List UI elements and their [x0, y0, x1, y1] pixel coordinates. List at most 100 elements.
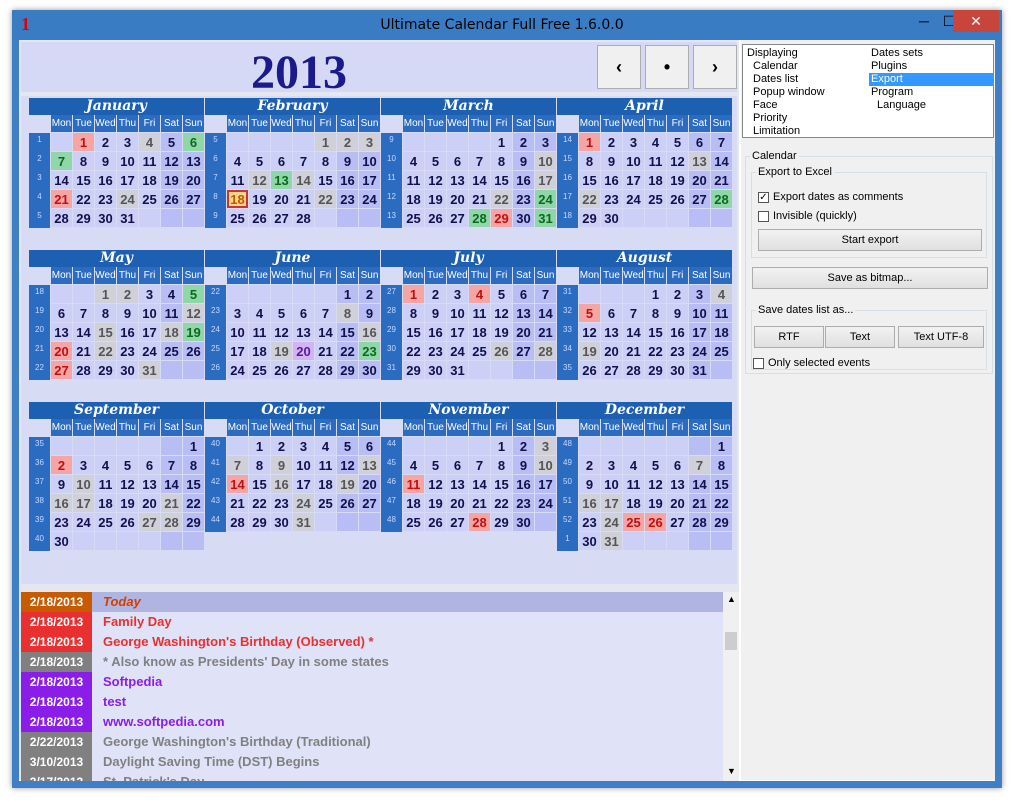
day-cell[interactable]: 17 — [359, 171, 380, 189]
day-cell[interactable]: 4 — [711, 285, 732, 303]
day-cell[interactable]: 2 — [601, 133, 622, 151]
day-cell[interactable] — [293, 285, 314, 303]
event-row[interactable]: 2/22/2013 George Washington's Birthday (T… — [21, 732, 723, 752]
day-cell[interactable]: 12 — [337, 456, 358, 474]
day-cell[interactable]: 15 — [491, 171, 512, 189]
day-cell[interactable]: 4 — [403, 152, 424, 170]
day-cell[interactable]: 19 — [667, 171, 688, 189]
day-cell[interactable]: 16 — [271, 475, 292, 493]
day-cell[interactable]: 16 — [513, 475, 534, 493]
day-cell[interactable]: 6 — [447, 152, 468, 170]
day-cell[interactable]: 23 — [513, 190, 534, 208]
day-cell[interactable]: 25 — [95, 513, 116, 531]
day-cell[interactable]: 18 — [227, 190, 248, 208]
day-cell[interactable]: 20 — [667, 494, 688, 512]
day-cell[interactable]: 24 — [601, 513, 622, 531]
day-cell[interactable]: 18 — [403, 494, 424, 512]
day-cell[interactable]: 15 — [579, 171, 600, 189]
day-cell[interactable] — [623, 285, 644, 303]
day-cell[interactable]: 15 — [337, 323, 358, 341]
day-cell[interactable]: 12 — [491, 304, 512, 322]
day-cell[interactable] — [469, 437, 490, 455]
day-cell[interactable]: 22 — [645, 342, 666, 360]
day-cell[interactable] — [491, 361, 512, 379]
day-cell[interactable]: 26 — [183, 342, 204, 360]
day-cell[interactable]: 24 — [73, 513, 94, 531]
scroll-down-icon[interactable]: ▼ — [727, 766, 736, 776]
day-cell[interactable]: 1 — [579, 133, 600, 151]
day-cell[interactable]: 15 — [183, 475, 204, 493]
day-cell[interactable] — [161, 361, 182, 379]
day-cell[interactable]: 27 — [447, 209, 468, 227]
invisible-checkbox[interactable] — [758, 211, 769, 222]
day-cell[interactable]: 20 — [51, 342, 72, 360]
day-cell[interactable]: 7 — [73, 304, 94, 322]
day-cell[interactable]: 20 — [689, 171, 710, 189]
rtf-button[interactable]: RTF — [754, 326, 824, 348]
day-cell[interactable]: 28 — [469, 513, 490, 531]
day-cell[interactable]: 23 — [271, 494, 292, 512]
day-cell[interactable]: 17 — [227, 342, 248, 360]
day-cell[interactable]: 13 — [293, 323, 314, 341]
day-cell[interactable]: 7 — [623, 304, 644, 322]
day-cell[interactable]: 18 — [645, 171, 666, 189]
day-cell[interactable]: 25 — [315, 494, 336, 512]
day-cell[interactable] — [337, 209, 358, 227]
tree-item[interactable]: Displaying — [747, 47, 798, 60]
day-cell[interactable] — [425, 437, 446, 455]
day-cell[interactable]: 23 — [337, 190, 358, 208]
day-cell[interactable] — [315, 209, 336, 227]
day-cell[interactable]: 10 — [293, 456, 314, 474]
day-cell[interactable]: 28 — [711, 190, 732, 208]
day-cell[interactable]: 5 — [667, 133, 688, 151]
tree-item[interactable]: Plugins — [871, 60, 907, 73]
event-row[interactable]: 3/17/2013 St. Patrick's Day — [21, 772, 723, 781]
day-cell[interactable]: 6 — [601, 304, 622, 322]
day-cell[interactable] — [139, 437, 160, 455]
day-cell[interactable]: 26 — [337, 494, 358, 512]
day-cell[interactable] — [117, 532, 138, 550]
day-cell[interactable] — [337, 513, 358, 531]
day-cell[interactable]: 14 — [689, 475, 710, 493]
day-cell[interactable] — [535, 513, 556, 531]
day-cell[interactable]: 6 — [139, 456, 160, 474]
day-cell[interactable]: 27 — [689, 190, 710, 208]
day-cell[interactable] — [689, 437, 710, 455]
day-cell[interactable]: 8 — [315, 152, 336, 170]
tree-item[interactable]: Export — [869, 73, 993, 86]
day-cell[interactable]: 31 — [293, 513, 314, 531]
day-cell[interactable]: 5 — [249, 152, 270, 170]
day-cell[interactable]: 4 — [469, 285, 490, 303]
day-cell[interactable]: 6 — [447, 456, 468, 474]
day-cell[interactable]: 10 — [117, 152, 138, 170]
day-cell[interactable] — [95, 532, 116, 550]
day-cell[interactable]: 1 — [491, 437, 512, 455]
event-row[interactable]: 2/18/2013 www.softpedia.com — [21, 712, 723, 732]
day-cell[interactable]: 13 — [447, 171, 468, 189]
text-utf8-button[interactable]: Text UTF-8 — [898, 326, 984, 348]
day-cell[interactable]: 8 — [249, 456, 270, 474]
day-cell[interactable]: 19 — [579, 342, 600, 360]
day-cell[interactable]: 3 — [227, 304, 248, 322]
day-cell[interactable] — [667, 209, 688, 227]
day-cell[interactable] — [95, 437, 116, 455]
day-cell[interactable] — [271, 133, 292, 151]
day-cell[interactable]: 11 — [161, 304, 182, 322]
day-cell[interactable] — [623, 532, 644, 550]
day-cell[interactable]: 16 — [117, 323, 138, 341]
day-cell[interactable] — [51, 285, 72, 303]
day-cell[interactable]: 21 — [535, 323, 556, 341]
day-cell[interactable]: 12 — [161, 152, 182, 170]
day-cell[interactable]: 17 — [535, 475, 556, 493]
day-cell[interactable]: 7 — [161, 456, 182, 474]
day-cell[interactable]: 7 — [51, 152, 72, 170]
event-row[interactable]: 3/10/2013 Daylight Saving Time (DST) Begi… — [21, 752, 723, 772]
day-cell[interactable]: 30 — [117, 361, 138, 379]
day-cell[interactable]: 4 — [95, 456, 116, 474]
day-cell[interactable]: 8 — [491, 152, 512, 170]
day-cell[interactable]: 1 — [711, 437, 732, 455]
day-cell[interactable]: 12 — [271, 323, 292, 341]
day-cell[interactable]: 8 — [491, 456, 512, 474]
day-cell[interactable]: 23 — [51, 513, 72, 531]
title-bar[interactable]: 1 Ultimate Calendar Full Free 1.6.0.0 ─ … — [12, 10, 1002, 40]
